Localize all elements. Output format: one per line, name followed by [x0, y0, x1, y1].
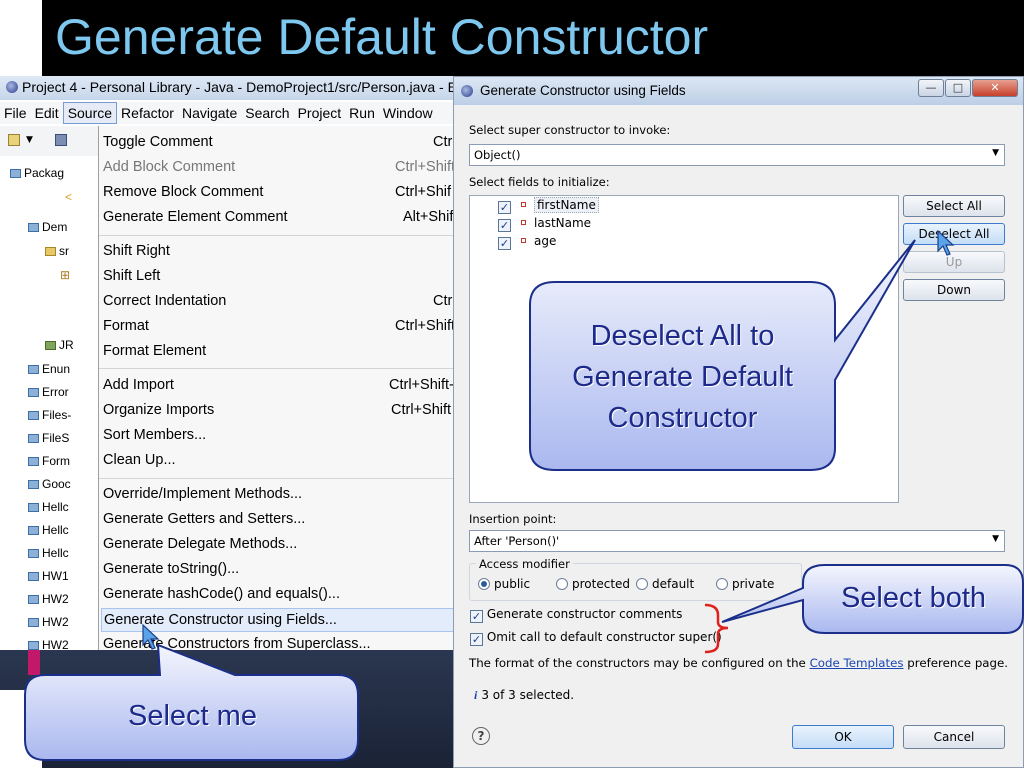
callout-shapes — [24, 239, 1024, 761]
callout-deselect-text: Deselect All to Generate Default Constru… — [572, 320, 793, 434]
red-bracket — [704, 603, 729, 654]
callout-select-both-text: Select both — [840, 582, 987, 614]
callout-select-me-text: Select me — [128, 700, 257, 732]
